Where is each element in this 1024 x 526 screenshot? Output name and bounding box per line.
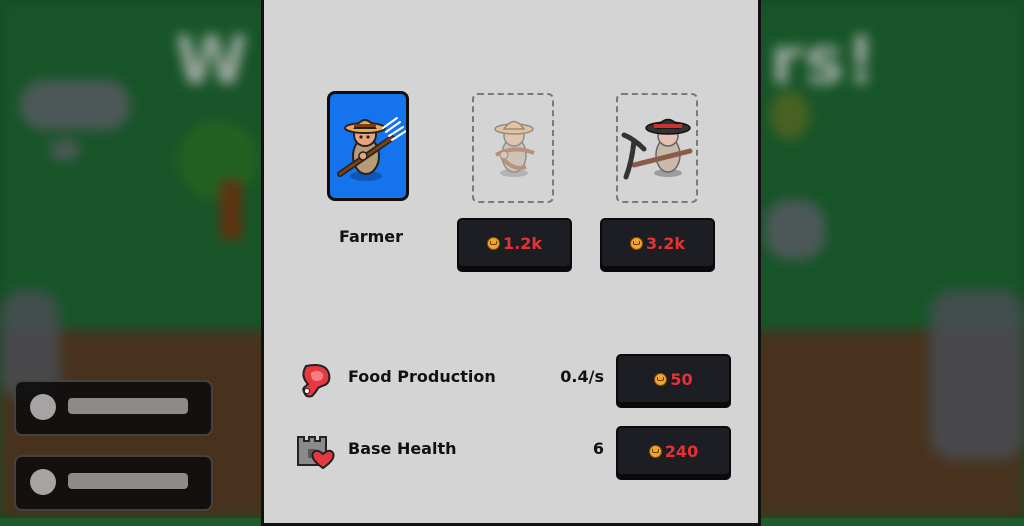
upgrade-label-food-production: Food Production	[348, 367, 496, 386]
upgrade-price-base-health: 240	[664, 441, 699, 461]
upgrade-panel: Farmer 1.2k 3.2k Food Production 0.4/s 5…	[261, 0, 761, 526]
upgrade-price-food-production: 50	[670, 369, 693, 389]
meat-icon	[302, 364, 331, 398]
coin-icon	[487, 236, 500, 250]
unit-card-locked-2[interactable]	[616, 93, 698, 203]
upgrade-value-food-production: 0.4/s	[560, 367, 604, 386]
upgrade-button-base-health[interactable]: 240	[616, 426, 731, 476]
upgrade-value-base-health: 6	[592, 439, 604, 458]
unit-card-farmer[interactable]	[327, 91, 409, 201]
coin-icon	[630, 236, 643, 250]
unlock-button-unit-2[interactable]: 1.2k	[457, 218, 572, 268]
unlock-price-unit-3: 3.2k	[646, 233, 685, 253]
unit-name-farmer: Farmer	[338, 227, 404, 246]
fisherman-icon	[494, 120, 535, 177]
upgrade-button-food-production[interactable]: 50	[616, 354, 731, 404]
unlock-button-unit-3[interactable]: 3.2k	[600, 218, 715, 268]
unit-card-locked-1[interactable]	[472, 93, 554, 203]
upgrade-label-base-health: Base Health	[348, 439, 457, 458]
coin-icon	[654, 372, 668, 386]
farmer-icon	[337, 117, 406, 181]
unlock-price-unit-2: 1.2k	[503, 233, 542, 253]
coin-icon	[648, 444, 662, 458]
miner-icon	[621, 118, 693, 180]
castle-heart-icon	[297, 436, 335, 469]
